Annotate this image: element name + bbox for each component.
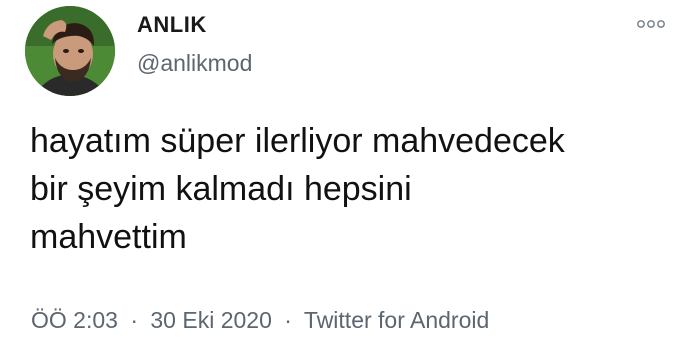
tweet-client-link[interactable]: Twitter for Android: [304, 307, 489, 333]
profile-photo-icon: [25, 6, 115, 96]
display-name[interactable]: ANLIK: [137, 12, 207, 38]
tweet-text: hayatım süper ilerliyor mahvedecek bir ş…: [30, 117, 670, 261]
user-handle[interactable]: @anlikmod: [137, 50, 252, 77]
meta-separator: ·: [284, 307, 292, 333]
tweet-time[interactable]: ÖÖ 2:03: [31, 307, 118, 333]
more-options-icon[interactable]: [637, 18, 665, 30]
tweet-metadata: ÖÖ 2:03 · 30 Eki 2020 · Twitter for Andr…: [31, 307, 489, 334]
meta-separator: ·: [130, 307, 138, 333]
tweet-date[interactable]: 30 Eki 2020: [150, 307, 271, 333]
tweet-text-line: hayatım süper ilerliyor mahvedecek: [30, 122, 565, 160]
tweet-card: ANLIK @anlikmod hayatım süper ilerliyor …: [0, 0, 690, 356]
avatar[interactable]: [25, 6, 115, 96]
tweet-text-line: bir şeyim kalmadı hepsini: [30, 170, 412, 208]
tweet-text-line: mahvettim: [30, 218, 187, 256]
